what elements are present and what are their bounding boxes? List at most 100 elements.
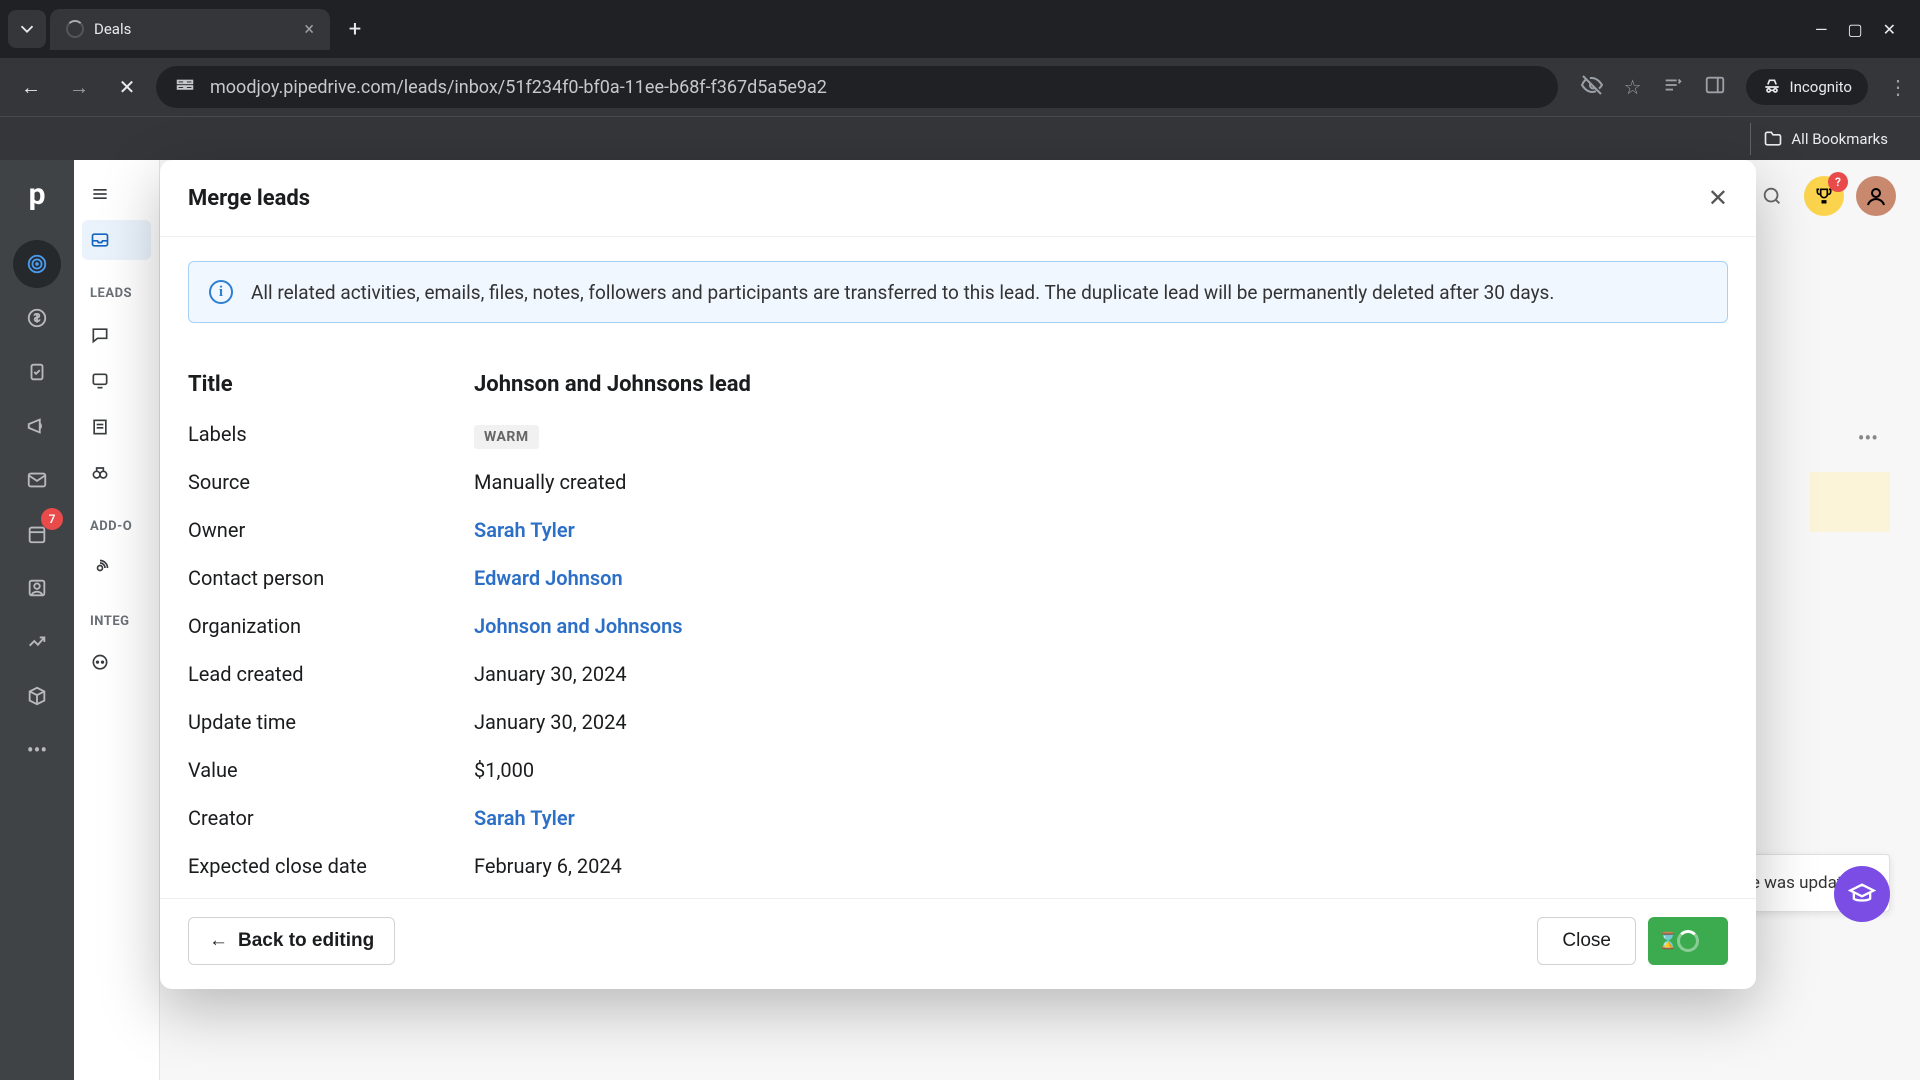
mail-icon	[26, 469, 48, 491]
visibility-off-icon[interactable]	[1580, 73, 1604, 102]
nav-mail[interactable]	[13, 456, 61, 504]
contact-link[interactable]: Edward Johnson	[474, 562, 623, 594]
detail-label: Source	[188, 466, 474, 498]
detail-label: Update time	[188, 706, 474, 738]
all-bookmarks-button[interactable]: All Bookmarks	[1750, 123, 1900, 155]
nav-insights[interactable]	[13, 618, 61, 666]
reading-list-icon[interactable]	[1662, 74, 1684, 101]
detail-value: Johnson and Johnsons lead	[474, 367, 751, 402]
folder-icon	[1763, 129, 1783, 149]
nav-campaigns[interactable]	[13, 402, 61, 450]
browser-menu-icon[interactable]: ⋮	[1888, 75, 1908, 99]
side-panel-icon[interactable]	[1704, 74, 1726, 101]
modal-close-button[interactable]: ✕	[1708, 184, 1728, 212]
section-heading-integrations: INTEG	[90, 614, 143, 629]
incognito-icon	[1762, 77, 1782, 97]
detail-row-organization: Organization Johnson and Johnsons	[188, 602, 1728, 650]
nav-toggle[interactable]	[82, 174, 151, 214]
detail-value: Manually created	[474, 466, 626, 498]
detail-row-updated: Update time January 30, 2024	[188, 698, 1728, 746]
detail-more-icon[interactable]: •••	[1858, 426, 1878, 450]
browser-tab-strip: Deals × + — ▢ ✕	[0, 0, 1920, 58]
close-tab-icon[interactable]: ×	[304, 19, 314, 40]
dollar-icon	[26, 307, 48, 329]
detail-value: WARM	[474, 418, 539, 450]
browser-tab[interactable]: Deals ×	[50, 9, 330, 50]
detail-label: Owner	[188, 514, 474, 546]
new-tab-button[interactable]: +	[340, 14, 370, 44]
graduation-cap-icon	[1848, 880, 1876, 908]
info-banner: i All related activities, emails, files,…	[188, 261, 1728, 323]
close-window-icon[interactable]: ✕	[1883, 20, 1896, 39]
arrow-left-icon: ←	[209, 930, 228, 952]
detail-row-title: Title Johnson and Johnsons lead	[188, 359, 1728, 410]
contacts-icon	[26, 577, 48, 599]
all-bookmarks-label: All Bookmarks	[1791, 130, 1888, 148]
modal-footer: ← Back to editing Close ⌛	[160, 898, 1756, 989]
lead-details: Title Johnson and Johnsons lead Labels W…	[188, 359, 1728, 890]
forward-button[interactable]: →	[60, 68, 98, 106]
url-bar[interactable]: moodjoy.pipedrive.com/leads/inbox/51f234…	[156, 66, 1558, 108]
sidebar-item-prospector[interactable]	[82, 453, 151, 493]
nav-leads[interactable]	[13, 240, 61, 288]
nav-more[interactable]: •••	[13, 726, 61, 774]
note-highlight-bg	[1810, 472, 1890, 532]
stop-reload-button[interactable]: ✕	[108, 68, 146, 106]
organization-link[interactable]: Johnson and Johnsons	[474, 610, 683, 642]
activities-badge: 7	[41, 508, 63, 530]
secondary-nav: LEADS ADD-O INTEG	[74, 160, 160, 1080]
merge-confirm-button[interactable]: ⌛	[1648, 917, 1728, 965]
menu-collapse-icon	[90, 184, 110, 204]
clipboard-check-icon	[26, 361, 48, 383]
sidebar-item-addon[interactable]	[82, 548, 151, 588]
chat-alt-icon	[90, 653, 110, 673]
sidebar-item-chat[interactable]	[82, 315, 151, 355]
app-logo[interactable]: p	[15, 172, 59, 216]
detail-label: Labels	[188, 418, 474, 450]
merge-leads-modal: Merge leads ✕ i All related activities, …	[160, 160, 1756, 989]
info-text: All related activities, emails, files, n…	[251, 281, 1554, 304]
owner-link[interactable]: Sarah Tyler	[474, 514, 575, 546]
nav-contacts[interactable]	[13, 564, 61, 612]
close-label: Close	[1562, 930, 1611, 951]
detail-row-contact: Contact person Edward Johnson	[188, 554, 1728, 602]
detail-label: Title	[188, 367, 474, 402]
help-fab[interactable]	[1834, 866, 1890, 922]
detail-row-closedate: Expected close date February 6, 2024	[188, 842, 1728, 890]
nav-activities[interactable]: 7	[13, 510, 61, 558]
nav-deals[interactable]	[13, 294, 61, 342]
bookmark-star-icon[interactable]: ☆	[1624, 75, 1642, 99]
target-icon	[26, 253, 48, 275]
tabs-dropdown[interactable]	[8, 10, 46, 48]
detail-label: Value	[188, 754, 474, 786]
nav-products[interactable]	[13, 672, 61, 720]
close-button[interactable]: Close	[1537, 917, 1636, 965]
maximize-icon[interactable]: ▢	[1847, 20, 1862, 39]
creator-link[interactable]: Sarah Tyler	[474, 802, 575, 834]
sidebar-item-inbox[interactable]	[82, 220, 151, 260]
bookmarks-bar: All Bookmarks	[0, 116, 1920, 160]
site-settings-icon[interactable]	[174, 76, 196, 98]
minimize-icon[interactable]: —	[1815, 20, 1828, 39]
detail-row-source: Source Manually created	[188, 458, 1728, 506]
sidebar-item-integration[interactable]	[82, 643, 151, 683]
more-dots-icon: •••	[27, 738, 47, 762]
radar-icon	[90, 558, 110, 578]
sidebar-item-forms[interactable]	[82, 407, 151, 447]
achievements-icon[interactable]: ?	[1804, 176, 1844, 216]
user-avatar[interactable]	[1856, 176, 1896, 216]
nav-projects[interactable]	[13, 348, 61, 396]
hourglass-cursor-icon: ⌛	[1658, 931, 1678, 951]
back-button[interactable]: ←	[12, 68, 50, 106]
chat-icon	[90, 325, 110, 345]
search-icon[interactable]	[1752, 176, 1792, 216]
sidebar-item-live[interactable]	[82, 361, 151, 401]
primary-nav-rail: p 7 •••	[0, 160, 74, 1080]
incognito-indicator[interactable]: Incognito	[1746, 69, 1868, 105]
back-to-editing-button[interactable]: ← Back to editing	[188, 917, 395, 965]
detail-row-labels: Labels WARM	[188, 410, 1728, 458]
url-text: moodjoy.pipedrive.com/leads/inbox/51f234…	[210, 77, 827, 98]
form-icon	[90, 417, 110, 437]
help-badge: ?	[1828, 172, 1848, 192]
detail-value: $1,000	[474, 754, 534, 786]
